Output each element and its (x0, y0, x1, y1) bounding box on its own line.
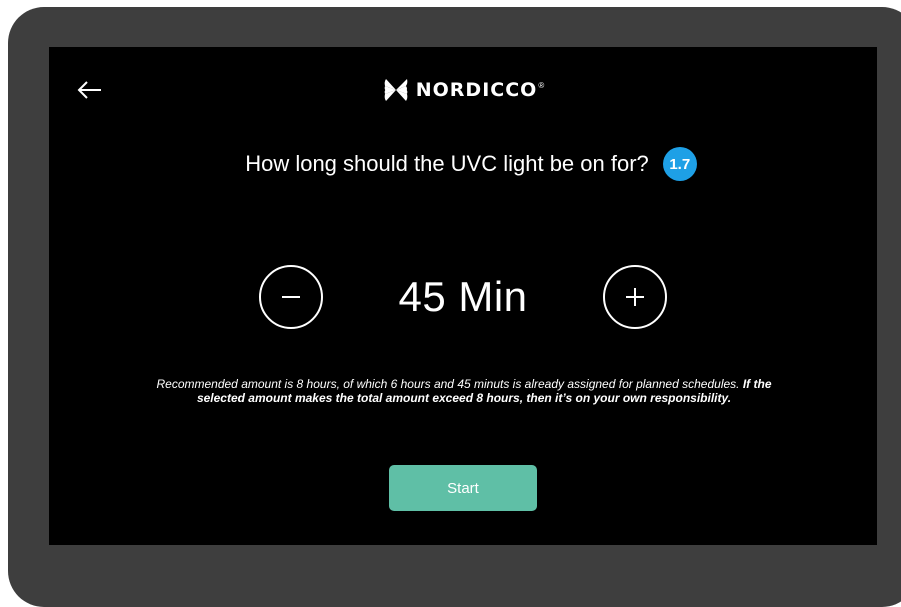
minus-icon (282, 296, 300, 298)
brand-name: NORDICCO (415, 79, 538, 101)
screen: NORDICCO ® How long should the UVC light… (49, 47, 877, 545)
duration-stepper: 45 Min (49, 262, 877, 332)
decrement-button[interactable] (259, 265, 323, 329)
registered-mark: ® (538, 80, 545, 90)
plus-icon (626, 288, 644, 306)
question-row: How long should the UVC light be on for?… (49, 147, 877, 181)
question-text: How long should the UVC light be on for? (245, 151, 649, 176)
start-button[interactable]: Start (389, 465, 537, 511)
duration-value: 45 Min (398, 273, 528, 320)
recommendation-notice: Recommended amount is 8 hours, of which … (144, 377, 784, 405)
notice-text: Recommended amount is 8 hours, of which … (156, 377, 743, 391)
step-badge: 1.7 (662, 147, 697, 181)
brand-logo: NORDICCO ® (49, 75, 877, 105)
increment-button[interactable] (603, 265, 667, 329)
nordicco-logo-icon (384, 79, 408, 101)
